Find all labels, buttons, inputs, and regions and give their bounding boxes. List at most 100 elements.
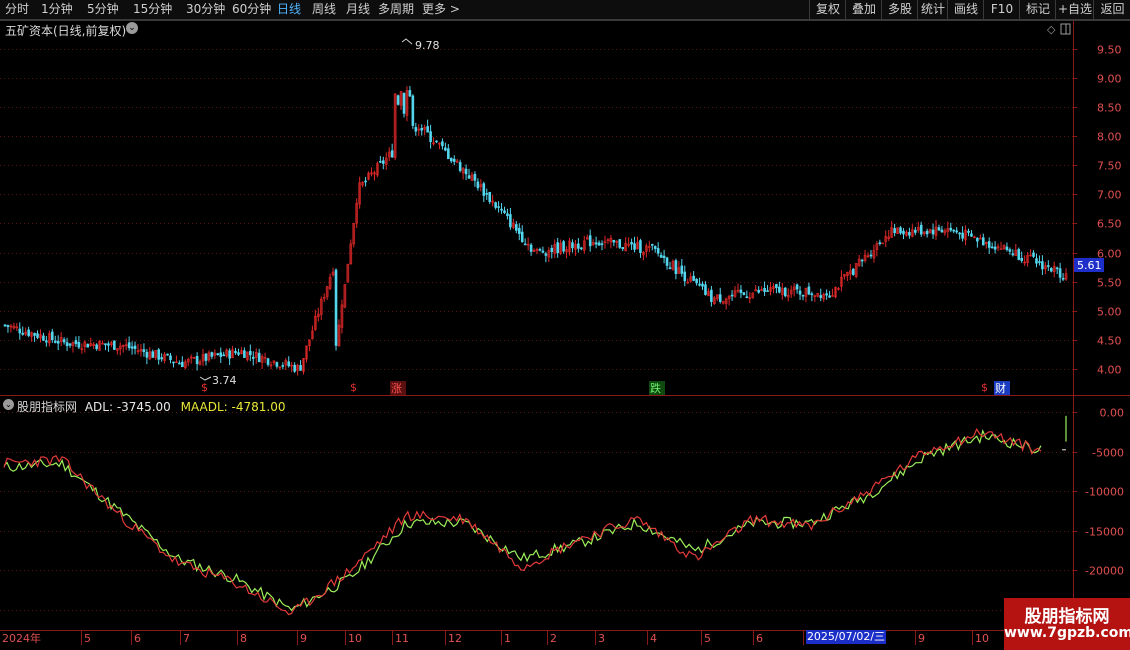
price-tick-label: 8.00 [1097, 131, 1122, 144]
candle-down [976, 237, 979, 242]
price-tick-label: 7.00 [1097, 189, 1122, 202]
time-axis-label: 2024年 [2, 631, 41, 645]
candle-down [718, 294, 722, 302]
dividend-marker[interactable]: $ [350, 381, 357, 394]
limit-up-marker[interactable]: 涨 [391, 382, 402, 395]
time-axis-label: 4 [650, 632, 657, 645]
candle-down [778, 286, 781, 293]
candle-down [426, 126, 429, 133]
candle-down [50, 331, 54, 341]
candle-down [1035, 258, 1038, 264]
candle-down [612, 239, 616, 243]
candle-down [798, 290, 802, 295]
candle-down [452, 158, 456, 162]
candle-down [562, 241, 565, 252]
candle-down [1049, 267, 1053, 272]
candle-down [222, 354, 226, 357]
candle-down [639, 240, 642, 253]
candle-down [441, 141, 444, 147]
candle-down [990, 246, 994, 249]
candle-down [485, 193, 489, 195]
candle-down [597, 242, 601, 246]
finance-report-marker[interactable]: 财 [995, 381, 1006, 395]
candle-down [219, 352, 223, 357]
candle-down [515, 224, 518, 231]
candle-down [299, 365, 302, 371]
candle-down [390, 150, 394, 158]
low-marker-label: 3.74 [212, 374, 237, 387]
candle-down [379, 161, 382, 163]
indicator-tick-label: 0.00 [1100, 407, 1125, 420]
candle-down [668, 267, 672, 269]
candle-down [757, 289, 760, 293]
candle-down [763, 287, 766, 292]
candle-down [650, 244, 654, 246]
candle-down [476, 181, 480, 189]
candle-down [1017, 249, 1021, 260]
dividend-marker[interactable]: $ [981, 381, 988, 394]
candle-down [45, 340, 48, 343]
candle-down [955, 230, 958, 233]
chart-canvas[interactable]: 4.004.505.005.506.006.507.007.508.008.50… [0, 0, 1130, 650]
indicator-tick-label: -20000 [1085, 565, 1124, 578]
candle-down [653, 246, 657, 249]
candle-down [42, 335, 45, 341]
candle-down [488, 191, 492, 202]
candle-down [142, 349, 146, 353]
candle-down [825, 293, 828, 296]
site-watermark: 股朋指标网 www.7gpzb.com [1004, 598, 1130, 650]
time-axis-label: 8 [240, 632, 247, 645]
candle-down [178, 362, 181, 365]
time-axis-label: 9 [300, 632, 307, 645]
time-axis-label: 3 [598, 632, 605, 645]
current-price-label: 5.61 [1077, 259, 1102, 272]
candle-down [56, 340, 60, 344]
candle-down [952, 229, 956, 232]
candle-down [500, 208, 503, 211]
indicator-lines [3, 415, 1067, 616]
candle-down [1061, 277, 1065, 280]
candle-down [902, 230, 905, 235]
indicator-tick-label: -10000 [1085, 486, 1124, 499]
candle-down [449, 157, 453, 162]
time-axis-label: 2 [550, 632, 557, 645]
candle-down [958, 232, 961, 235]
candle-down [74, 340, 78, 344]
time-axis-label: 1 [504, 632, 511, 645]
candle-down [1032, 252, 1035, 257]
candle-down [414, 127, 418, 132]
high-marker-arrow [401, 38, 413, 45]
time-axis-label: 6 [134, 632, 141, 645]
diamond-icon[interactable]: ◇ [1047, 23, 1056, 36]
candle-down [659, 254, 663, 258]
candle-down [3, 324, 7, 327]
candle-down [435, 140, 438, 143]
candle-down [104, 343, 107, 346]
candle-down [594, 242, 598, 245]
candle-down [33, 332, 36, 336]
time-axis-label: 5 [704, 632, 711, 645]
candle-down [795, 284, 799, 290]
candle-down [580, 247, 583, 250]
candle-up [999, 248, 1003, 251]
candle-down [249, 350, 252, 356]
candle-down [541, 250, 545, 253]
candle-down [130, 346, 134, 349]
candle-down [411, 95, 415, 126]
price-tick-label: 9.50 [1097, 44, 1122, 57]
candle-down [402, 92, 406, 114]
limit-down-marker[interactable]: 跌 [650, 381, 661, 395]
candle-down [739, 289, 743, 293]
candle-down [630, 242, 633, 245]
dividend-marker[interactable]: $ [201, 381, 208, 394]
candle-down [662, 255, 666, 259]
candle-down [618, 239, 622, 248]
candle-down [783, 287, 787, 297]
candle-down [538, 248, 542, 251]
candle-down [237, 352, 240, 355]
candle-down [701, 283, 704, 287]
time-axis-label: 5 [84, 632, 91, 645]
candle-down [775, 284, 778, 288]
candle-down [1047, 265, 1050, 267]
candle-down [949, 227, 953, 231]
